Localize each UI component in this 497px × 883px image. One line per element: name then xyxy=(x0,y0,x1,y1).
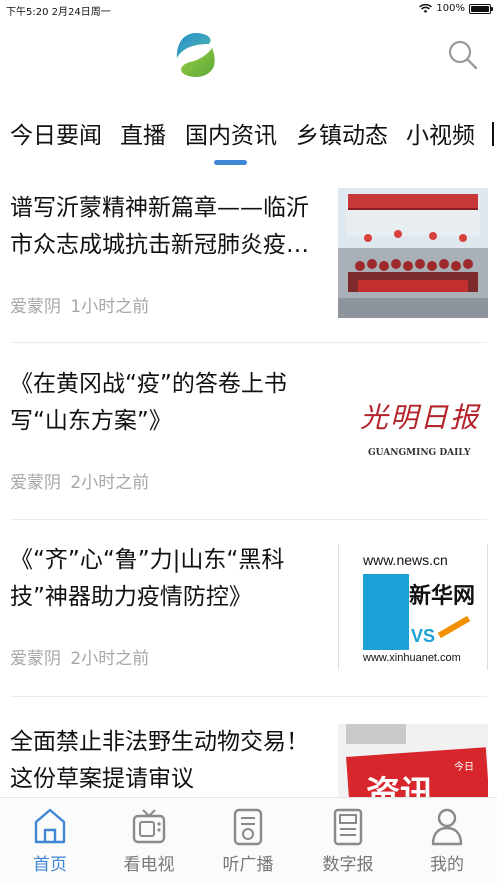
leaf-logo-icon xyxy=(176,33,215,77)
nav-label: 听广播 xyxy=(222,855,274,875)
tab-live[interactable]: 直播 xyxy=(120,116,166,150)
nav-label: 数字报 xyxy=(322,855,374,875)
zixun-big: 资讯 xyxy=(366,774,434,797)
search-icon[interactable] xyxy=(446,38,480,72)
news-source: 爱蒙阴 xyxy=(10,473,61,493)
nav-tv[interactable]: 看电视 xyxy=(109,806,189,875)
news-meta: 爱蒙阴 2小时之前 xyxy=(10,468,149,493)
nav-radio[interactable]: 听广播 xyxy=(208,806,288,875)
nav-home[interactable]: 首页 xyxy=(10,806,90,875)
news-item[interactable]: 《“齐”心“鲁”力|山东“黑科技”神器助力疫情防控》 爱蒙阴 2小时之前 www… xyxy=(0,542,497,720)
zixun-tag: 今日 xyxy=(454,762,474,773)
xinhua-logo: www.news.cn 新华网 VS www.xinhuanet.com xyxy=(338,544,488,670)
user-icon xyxy=(431,808,463,846)
wifi-icon xyxy=(419,3,433,13)
zixun-news-thumbnail: 今日 资讯 xyxy=(338,724,488,797)
nav-label: 首页 xyxy=(33,855,67,875)
xinhua-cn: 新华网 xyxy=(409,584,476,609)
news-title: 全面禁止非法野生动物交易！这份草案提请审议 xyxy=(10,729,309,792)
status-bar: 下午5:20 2月24日周一 100% xyxy=(0,0,497,18)
divider xyxy=(10,342,487,343)
tab-overflow-edge xyxy=(492,122,494,146)
news-title: 《“齐”心“鲁”力|山东“黑科技”神器助力疫情防控》 xyxy=(10,547,285,610)
xinhua-top-url: www.news.cn xyxy=(363,552,448,568)
category-tabs: 今日要闻 直播 国内资讯 乡镇动态 小视频 xyxy=(0,108,497,168)
nav-mine[interactable]: 我的 xyxy=(407,806,487,875)
bottom-nav: 首页 看电视 听广播 数字报 我的 xyxy=(0,797,497,883)
news-title: 谱写沂蒙精神新篇章——临沂市众志成城抗击新冠肺炎疫… xyxy=(10,195,309,258)
nav-label: 我的 xyxy=(430,855,464,875)
news-item[interactable]: 《在黄冈战“疫”的答卷上书写“山东方案”》 爱蒙阴 2小时之前 光明日报 GUA… xyxy=(0,364,497,544)
radio-icon xyxy=(233,808,263,846)
news-source: 爱蒙阴 xyxy=(10,649,61,669)
xinhua-vs: VS xyxy=(411,626,436,646)
tab-short-video[interactable]: 小视频 xyxy=(406,116,475,150)
news-source: 爱蒙阴 xyxy=(10,297,61,317)
xinhua-orange-mark xyxy=(437,615,471,639)
divider xyxy=(10,696,487,697)
battery-fill xyxy=(471,5,489,12)
home-icon xyxy=(34,808,66,844)
news-time: 2小时之前 xyxy=(70,649,150,669)
news-meta: 爱蒙阴 2小时之前 xyxy=(10,644,149,669)
news-time: 2小时之前 xyxy=(70,473,150,493)
tab-domestic-news[interactable]: 国内资讯 xyxy=(185,116,277,150)
news-meta: 爱蒙阴 1小时之前 xyxy=(10,292,149,317)
tab-today-news[interactable]: 今日要闻 xyxy=(10,116,102,150)
xinhua-n-block xyxy=(363,574,409,650)
guangming-daily-logo: 光明日报 GUANGMING DAILY xyxy=(338,364,488,494)
zixun-gray-block xyxy=(346,724,406,744)
tab-township-news[interactable]: 乡镇动态 xyxy=(296,116,388,150)
news-time: 1小时之前 xyxy=(70,297,150,317)
status-time-date: 下午5:20 2月24日周一 xyxy=(6,7,111,18)
newspaper-icon xyxy=(333,808,363,846)
battery-icon xyxy=(469,3,493,14)
status-right: 100% xyxy=(419,3,493,14)
battery-percent: 100% xyxy=(436,3,465,14)
guangming-cn: 光明日报 xyxy=(360,401,481,434)
news-item[interactable]: 全面禁止非法野生动物交易！这份草案提请审议 今日 资讯 xyxy=(0,724,497,797)
guangming-en: GUANGMING DAILY xyxy=(368,448,471,458)
xinhua-bottom-url: www.xinhuanet.com xyxy=(363,652,461,664)
tv-icon xyxy=(132,809,166,844)
active-tab-indicator xyxy=(214,160,247,165)
nav-label: 看电视 xyxy=(123,855,175,875)
nav-digital-paper[interactable]: 数字报 xyxy=(308,806,388,875)
news-title: 《在黄冈战“疫”的答卷上书写“山东方案”》 xyxy=(10,371,287,434)
divider xyxy=(10,519,487,520)
photo-group-thumbnail xyxy=(338,188,488,318)
